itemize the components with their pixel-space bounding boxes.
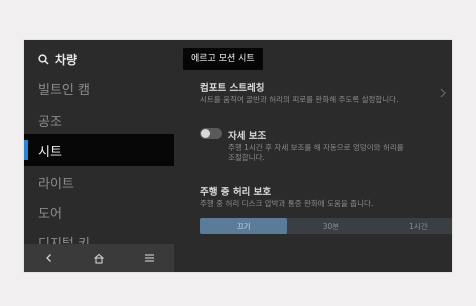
menu-icon — [144, 254, 154, 262]
sidebar-item-label: 공조 — [38, 114, 62, 130]
option-off[interactable]: 끄기 — [200, 218, 288, 234]
screen: 차량 빌트인 캠 공조 시트 라이트 도어 디지털 키 — [24, 40, 452, 272]
settings-panel: 컴포트 스트레칭 시트를 움직여 골반과 허리의 피로를 완화해 주도록 설정합… — [174, 40, 452, 272]
comfort-title: 컴포트 스트레칭 — [200, 83, 265, 94]
sidebar-item-seat[interactable]: 시트 — [24, 134, 174, 166]
posture-toggle[interactable] — [200, 128, 222, 139]
sidebar-item-label: 시트 — [38, 144, 62, 160]
tooltip: 에르고 모션 시트 — [183, 48, 263, 70]
active-indicator — [24, 140, 28, 160]
home-icon — [94, 253, 104, 264]
sidebar-item-label: 도어 — [38, 206, 62, 222]
back-icon — [46, 254, 51, 262]
lumbar-title: 주행 중 허리 보호 — [200, 187, 272, 198]
toggle-knob — [201, 129, 210, 138]
sidebar-item-climate[interactable]: 공조 — [24, 104, 174, 136]
menu-button[interactable] — [135, 247, 163, 269]
search-icon — [38, 53, 49, 65]
home-button[interactable] — [85, 247, 113, 269]
search-label: 차량 — [55, 52, 78, 67]
sidebar-item-label: 라이트 — [38, 176, 74, 192]
posture-description-line2: 조절합니다. — [228, 153, 265, 162]
sidebar-item-light[interactable]: 라이트 — [24, 166, 174, 198]
posture-title: 자세 보조 — [228, 131, 267, 142]
sidebar-item-door[interactable]: 도어 — [24, 196, 174, 228]
sidebar: 차량 빌트인 캠 공조 시트 라이트 도어 디지털 키 — [24, 40, 174, 272]
sidebar-item-label: 빌트인 캠 — [38, 82, 90, 98]
search-bar[interactable]: 차량 — [38, 50, 77, 68]
dim-overlay — [324, 40, 452, 272]
sidebar-item-builtin-cam[interactable]: 빌트인 캠 — [24, 72, 174, 104]
back-button[interactable] — [35, 247, 63, 269]
nav-bar — [24, 244, 174, 272]
